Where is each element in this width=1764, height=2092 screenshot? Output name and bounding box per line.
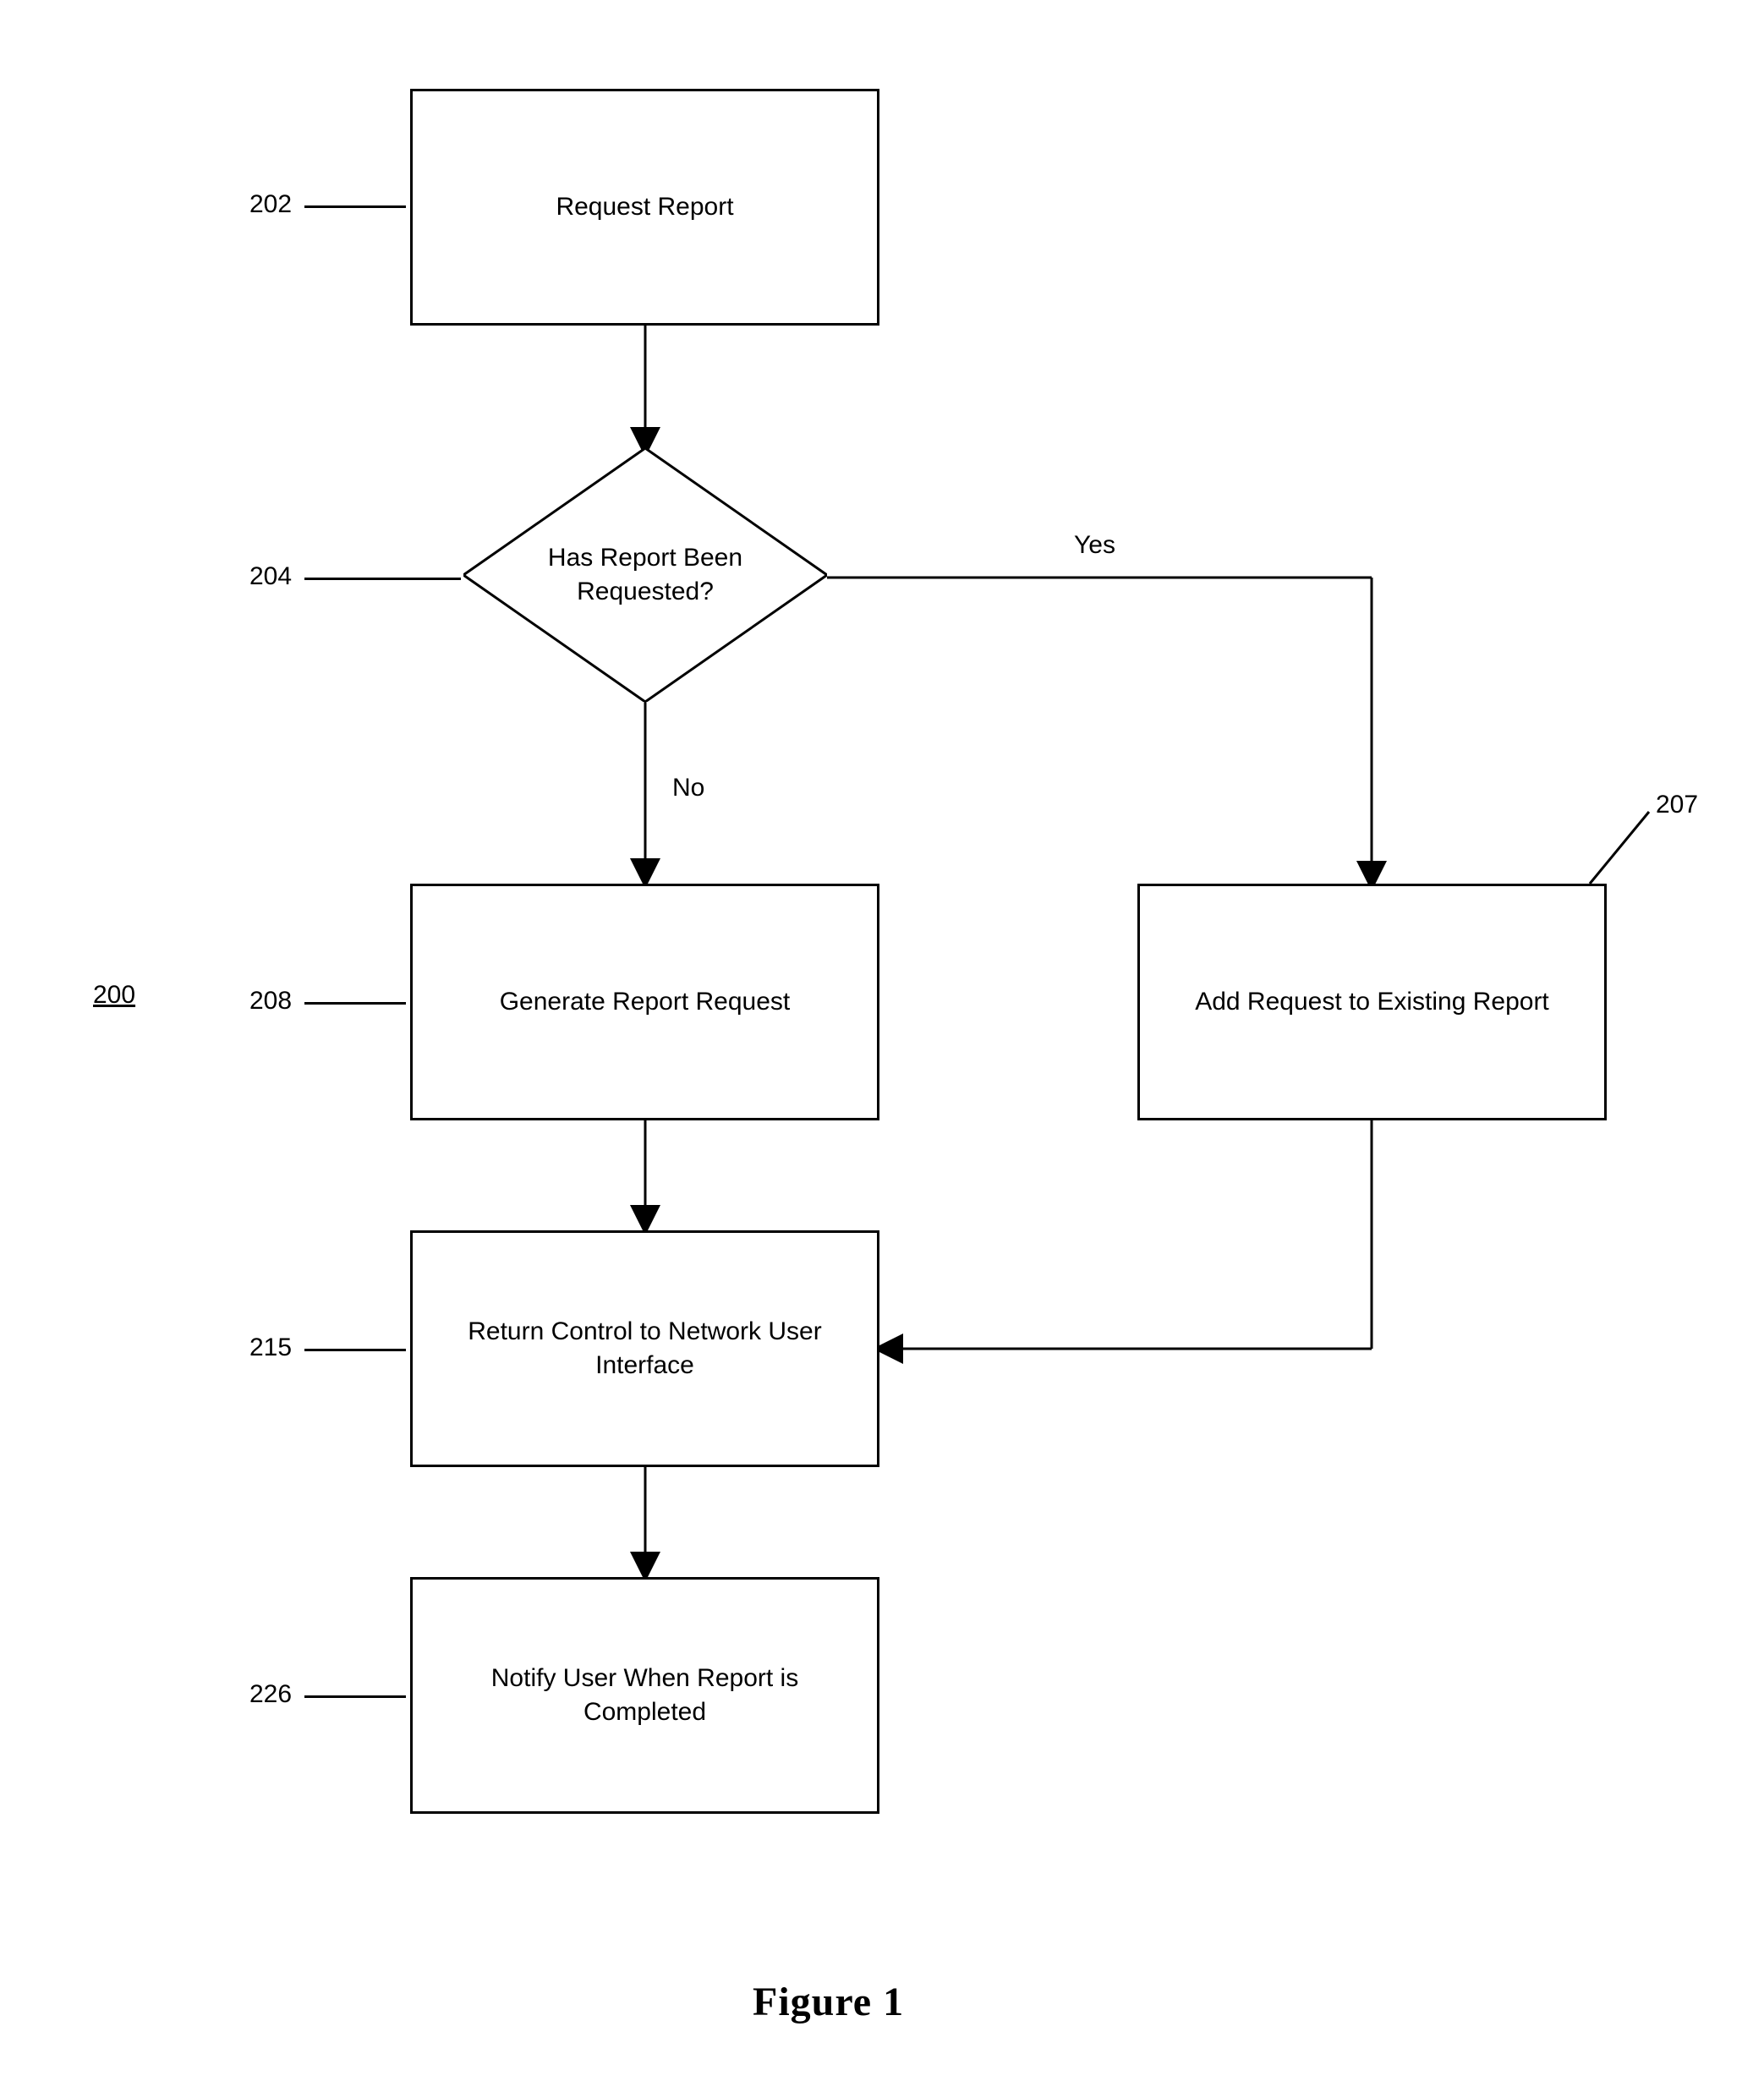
ref-line-226 — [304, 1695, 406, 1698]
arrow-204-no-to-208 — [643, 702, 651, 884]
node-has-report-been-requested: Has Report Been Requested? — [463, 448, 827, 702]
edge-label-no: No — [672, 774, 704, 802]
arrow-215-to-226 — [643, 1467, 651, 1577]
edge-label-yes: Yes — [1074, 531, 1115, 560]
node-label: Request Report — [556, 190, 733, 225]
node-add-request-existing-report: Add Request to Existing Report — [1137, 884, 1607, 1120]
arrow-208-to-215 — [643, 1120, 651, 1230]
arrow-204-yes-to-207 — [827, 575, 1419, 888]
node-label: Generate Report Request — [500, 985, 791, 1020]
ref-line-215 — [304, 1349, 406, 1351]
flowchart-figure-1: Request Report 202 Has Report Been Reque… — [0, 0, 1764, 2092]
ref-215: 215 — [249, 1334, 292, 1362]
figure-label: Figure 1 — [753, 1979, 904, 2025]
ref-line-204 — [304, 578, 461, 580]
node-notify-user: Notify User When Report is Completed — [410, 1577, 879, 1814]
node-generate-report-request: Generate Report Request — [410, 884, 879, 1120]
ref-line-208 — [304, 1002, 406, 1005]
node-label: Has Report Been Requested? — [531, 541, 759, 610]
node-label: Return Control to Network User Interface — [430, 1315, 860, 1383]
ref-line-207 — [1590, 812, 1657, 888]
ref-204: 204 — [249, 562, 292, 591]
arrow-207-to-215 — [878, 1120, 1385, 1357]
ref-202: 202 — [249, 190, 292, 219]
node-return-control: Return Control to Network User Interface — [410, 1230, 879, 1467]
node-request-report: Request Report — [410, 89, 879, 326]
ref-208: 208 — [249, 987, 292, 1016]
node-label: Add Request to Existing Report — [1195, 985, 1549, 1020]
ref-line-202 — [304, 205, 406, 208]
node-label: Notify User When Report is Completed — [430, 1662, 860, 1730]
ref-207: 207 — [1656, 791, 1698, 819]
arrow-202-to-204 — [643, 326, 651, 452]
ref-226: 226 — [249, 1680, 292, 1709]
diagram-ref-200: 200 — [93, 981, 135, 1010]
